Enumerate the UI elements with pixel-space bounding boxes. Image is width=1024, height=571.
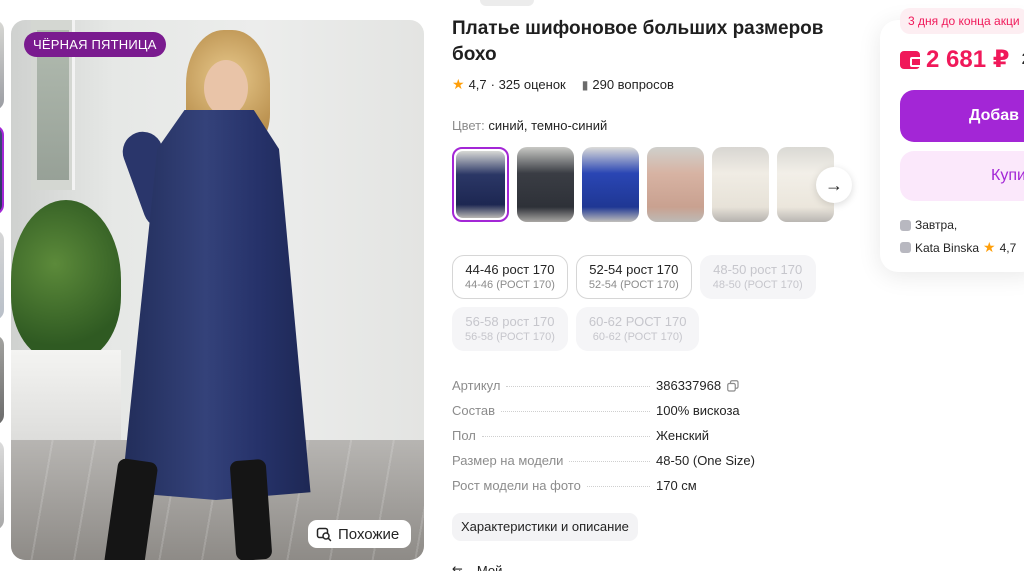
photo-bush <box>11 200 121 360</box>
spec-value: 48-50 (One Size) <box>656 453 755 468</box>
spec-leader <box>586 486 650 487</box>
similar-button[interactable]: Похожие <box>308 520 412 548</box>
reviews-count[interactable]: · 325 оценок <box>491 77 566 92</box>
star-icon: ★ <box>452 76 465 92</box>
spec-leader <box>569 461 650 462</box>
color-label: Цвет: <box>452 118 485 133</box>
gallery-thumbnail[interactable] <box>0 440 4 530</box>
arrow-right-icon: → <box>825 174 843 195</box>
rating-row: ★ 4,7 · 325 оценок ▮ 290 вопросов <box>452 76 674 93</box>
size-option-unavailable[interactable]: 56-58 рост 170 56-58 (РОСТ 170) <box>452 307 568 351</box>
deal-countdown-badge: 3 дня до конца акци <box>900 8 1024 34</box>
size-primary: 48-50 рост 170 <box>713 262 803 277</box>
seller-rating: 4,7 <box>999 240 1017 255</box>
rating-value[interactable]: 4,7 <box>469 77 487 92</box>
copy-icon[interactable] <box>727 379 739 392</box>
product-specs: Артикул 386337968 Состав 100% вискоза По… <box>452 378 782 503</box>
current-price: 2 681 ₽ <box>926 46 1010 73</box>
spec-key: Артикул <box>452 378 501 393</box>
questions-icon: ▮ <box>581 77 589 92</box>
color-swatch[interactable] <box>517 147 574 222</box>
star-icon: ★ <box>983 239 996 255</box>
spec-value: 170 см <box>656 478 697 493</box>
product-title: Платье шифоновое больших размеров бохо <box>452 18 824 65</box>
size-option-unavailable[interactable]: 48-50 рост 170 48-50 (РОСТ 170) <box>699 255 816 299</box>
size-secondary: 60-62 (РОСТ 170) <box>592 331 683 343</box>
bottom-partial-text[interactable]: Мой <box>477 563 502 571</box>
photo-boot <box>229 458 273 560</box>
seller-row: Kata Binska ★ 4,7 <box>900 239 1016 256</box>
spec-leader <box>506 386 650 387</box>
spec-leader <box>501 411 650 412</box>
color-row: Цвет: синий, темно-синий <box>452 118 607 133</box>
size-option-unavailable[interactable]: 60-62 РОСТ 170 60-62 (РОСТ 170) <box>575 307 700 351</box>
similar-search-icon <box>316 526 332 542</box>
delivery-row: Завтра, <box>900 218 957 232</box>
similar-label: Похожие <box>338 525 400 543</box>
size-primary: 52-54 рост 170 <box>589 262 679 277</box>
spec-key: Размер на модели <box>452 453 564 468</box>
shop-icon <box>900 242 911 253</box>
description-button[interactable]: Характеристики и описание <box>452 513 638 541</box>
product-main-photo[interactable] <box>11 20 424 560</box>
wallet-icon <box>900 50 922 69</box>
gallery-thumbnail[interactable] <box>0 335 4 425</box>
spec-key: Пол <box>452 428 476 443</box>
spec-value: 100% вискоза <box>656 403 740 418</box>
photo-model-face <box>204 60 248 116</box>
gallery-thumbnail[interactable] <box>0 230 4 320</box>
spec-row: Состав 100% вискоза <box>452 403 782 428</box>
article-number: 386337968 <box>656 378 722 393</box>
spec-key: Состав <box>452 403 496 418</box>
size-secondary: 44-46 (РОСТ 170) <box>465 279 555 291</box>
spec-row: Пол Женский <box>452 428 782 453</box>
size-secondary: 52-54 (РОСТ 170) <box>588 279 679 291</box>
spec-leader <box>481 436 650 437</box>
color-swatch[interactable] <box>647 147 704 222</box>
seller-name[interactable]: Kata Binska <box>915 241 979 255</box>
swatches-next-button[interactable]: → <box>816 167 852 203</box>
spec-value: 386337968 <box>656 378 782 393</box>
size-option[interactable]: 52-54 рост 170 52-54 (РОСТ 170) <box>575 255 692 299</box>
buy-now-button[interactable]: Купи <box>900 151 1024 201</box>
size-options: 44-46 рост 170 44-46 (РОСТ 170) 52-54 ро… <box>452 255 842 351</box>
spec-value: Женский <box>656 428 709 443</box>
color-swatch[interactable] <box>712 147 769 222</box>
add-to-cart-button[interactable]: Добав <box>900 90 1024 142</box>
share-icon[interactable]: ⇆ <box>452 563 463 571</box>
gallery-thumbnail-selected[interactable] <box>0 125 4 215</box>
delivery-text: Завтра, <box>915 218 958 232</box>
spec-row: Артикул 386337968 <box>452 378 782 403</box>
size-secondary: 56-58 (РОСТ 170) <box>465 331 555 343</box>
color-swatch-selected[interactable] <box>452 147 509 222</box>
size-secondary: 48-50 (РОСТ 170) <box>712 279 803 291</box>
color-swatches <box>452 147 834 222</box>
gallery-thumbnail[interactable] <box>0 20 4 110</box>
color-value: синий, темно-синий <box>488 118 608 133</box>
spec-row: Размер на модели 48-50 (One Size) <box>452 453 782 478</box>
thumbnail-rail <box>0 20 4 560</box>
spec-row: Рост модели на фото 170 см <box>452 478 782 503</box>
spec-key: Рост модели на фото <box>452 478 581 493</box>
top-strip <box>480 0 534 6</box>
size-primary: 60-62 РОСТ 170 <box>588 314 687 329</box>
promo-badge: ЧЁРНАЯ ПЯТНИЦА <box>24 32 166 57</box>
size-option[interactable]: 44-46 рост 170 44-46 (РОСТ 170) <box>452 255 568 299</box>
questions-count[interactable]: 290 вопросов <box>592 77 674 92</box>
color-swatch[interactable] <box>582 147 639 222</box>
size-primary: 44-46 рост 170 <box>465 262 555 277</box>
size-primary: 56-58 рост 170 <box>465 314 555 329</box>
box-icon <box>900 219 911 231</box>
price-row: 2 681 ₽ 2 <box>900 45 1024 74</box>
bottom-partial-row: ⇆ Мой <box>452 563 502 571</box>
